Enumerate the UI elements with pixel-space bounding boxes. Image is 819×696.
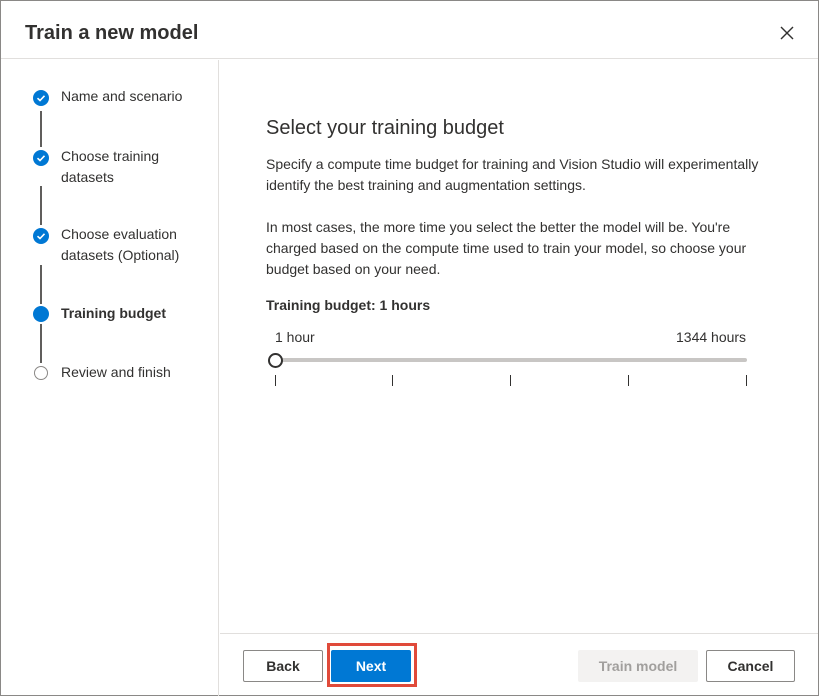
checkmark-icon — [36, 233, 46, 240]
wizard-steps: Name and scenario Choose training datase… — [1, 60, 219, 696]
step-connector — [40, 265, 42, 304]
slider-tick — [746, 375, 747, 386]
slider-min-label: 1 hour — [275, 329, 315, 345]
step-label: Name and scenario — [61, 88, 183, 104]
step-active-indicator — [33, 306, 49, 322]
main-content: Select your training budget Specify a co… — [220, 60, 818, 633]
step-complete-indicator — [33, 228, 49, 244]
budget-slider-track[interactable] — [275, 358, 747, 362]
checkmark-icon — [36, 155, 46, 162]
slider-tick — [628, 375, 629, 386]
step-connector — [40, 186, 42, 225]
budget-slider-thumb[interactable] — [267, 353, 283, 368]
close-button[interactable] — [775, 21, 799, 45]
step-complete-indicator — [33, 150, 49, 166]
step-label: Review and finish — [61, 364, 171, 380]
close-icon[interactable] — [775, 21, 799, 45]
step-label: Training budget — [61, 305, 166, 321]
slider-max-label: 1344 hours — [676, 329, 747, 345]
dialog-header: Train a new model — [1, 1, 818, 59]
budget-label: Training budget: 1 hours — [266, 297, 431, 313]
slider-tick — [510, 375, 511, 386]
dialog-footer: Back Next Train model Cancel — [220, 633, 818, 696]
slider-tick — [275, 375, 276, 386]
description-paragraph: In most cases, the more time you select … — [266, 219, 747, 277]
dialog-title: Train a new model — [25, 22, 199, 44]
train-model-dialog: Train a new model Name and scenario Choo… — [0, 0, 819, 696]
step-label: Choose evaluation datasets (Optional) — [61, 226, 180, 263]
train-model-button: Train model — [578, 650, 698, 682]
next-button[interactable]: Next — [331, 650, 411, 682]
section-heading: Select your training budget — [266, 117, 504, 139]
step-label: Choose training datasets — [61, 148, 160, 185]
checkmark-icon — [36, 95, 46, 102]
cancel-button[interactable]: Cancel — [706, 650, 795, 682]
slider-tick — [392, 375, 393, 386]
step-pending-indicator — [34, 366, 48, 380]
description-paragraph: Specify a compute time budget for traini… — [266, 156, 759, 193]
step-complete-indicator — [33, 90, 49, 106]
step-connector — [40, 324, 42, 363]
step-connector — [40, 111, 42, 147]
back-button[interactable]: Back — [243, 650, 323, 682]
